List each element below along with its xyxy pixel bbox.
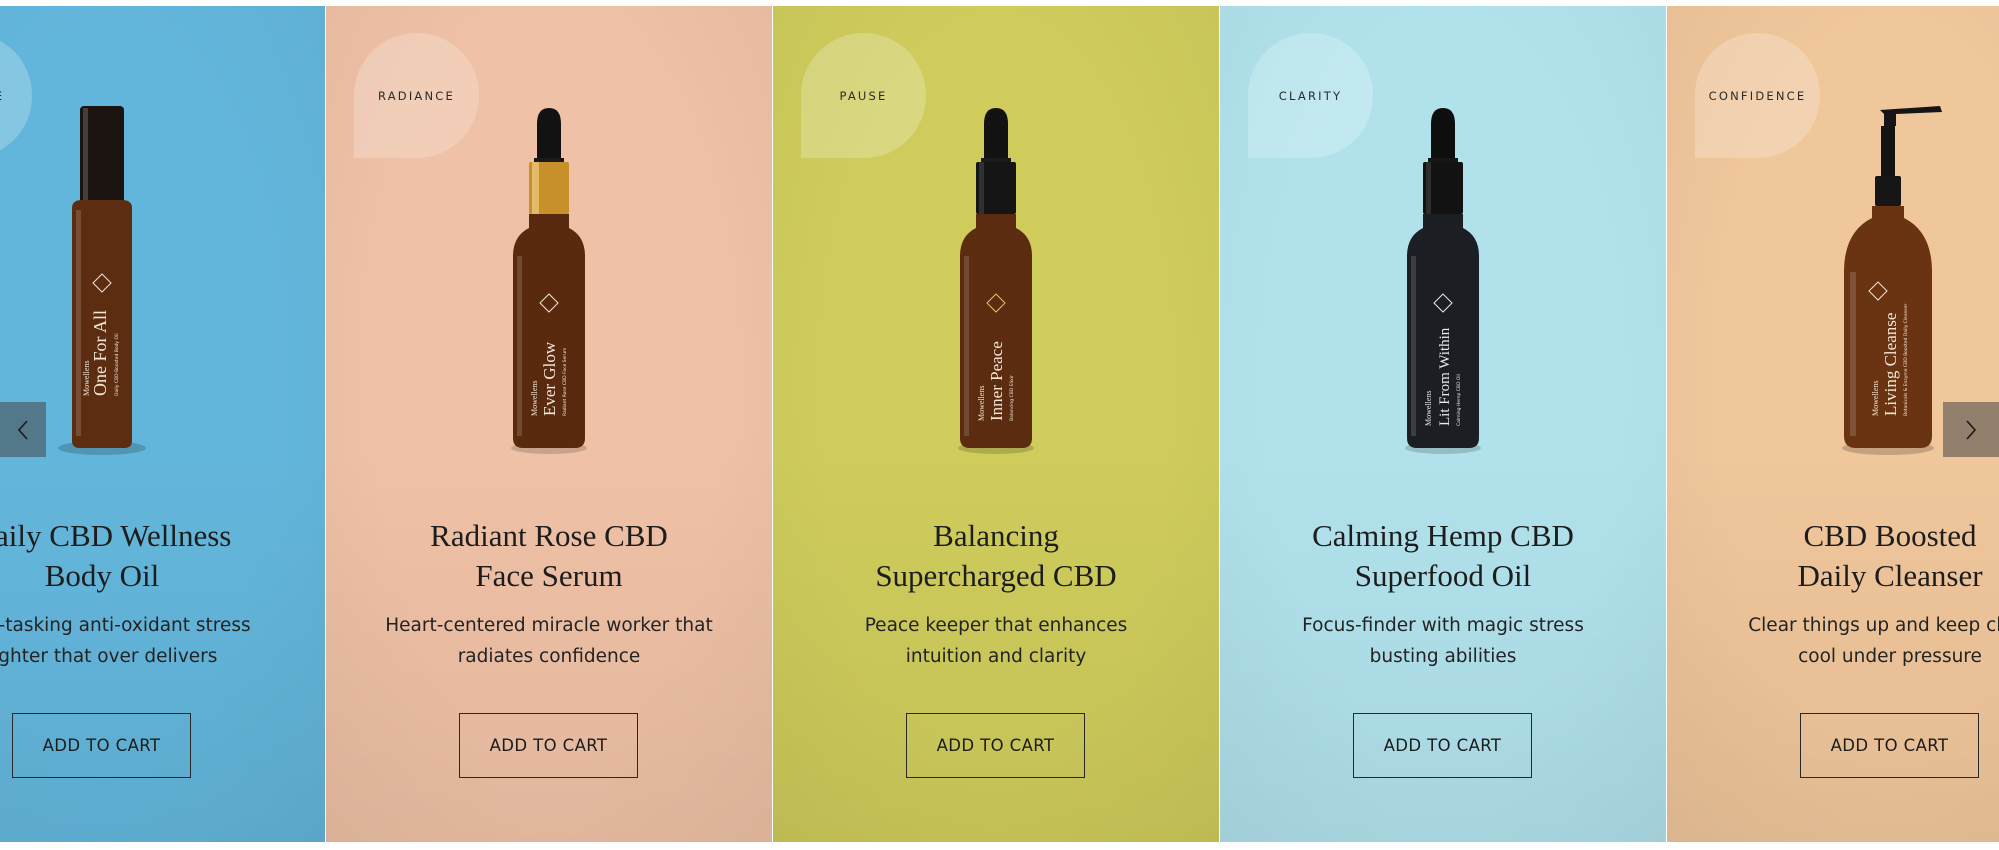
product-title-line: Radiant Rose CBD [430, 518, 668, 553]
bottle-brand: Mowellens [530, 380, 539, 416]
product-image-living-cleanse[interactable]: Mowellens Living Cleanse Botanicals & En… [1840, 96, 1942, 456]
product-title[interactable]: Radiant Rose CBD Face Serum [366, 516, 732, 596]
bottle-brand: Mowellens [1424, 390, 1433, 426]
product-description: Peace keeper that enhances intuition and … [813, 610, 1179, 672]
bottle-illustration: Mowellens Inner Peace Balancing CBD Elix… [958, 108, 1034, 454]
bottle-illustration: Mowellens Lit From Within Calming Hemp C… [1405, 108, 1481, 454]
bottle-illustration: Mowellens Ever Glow Radiant Rose CBD Fac… [511, 108, 587, 454]
product-card-clarity: CLARITY Mowellens Lit From Within Calmin… [1220, 6, 1666, 842]
bottle-brand: Mowellens [1871, 380, 1880, 416]
product-description-line: Focus-finder with magic stress [1302, 615, 1584, 636]
badge-label: CLARITY [1278, 89, 1343, 103]
product-description: Multi-tasking anti-oxidant stress fighter… [0, 610, 285, 672]
bottle-illustration: Mowellens Living Cleanse Botanicals & En… [1842, 106, 1942, 455]
chevron-right-icon [1966, 419, 1977, 440]
product-title-line: Balancing [933, 518, 1059, 553]
product-description: Clear things up and keep clear cool under… [1707, 610, 1999, 672]
product-title[interactable]: Daily CBD Wellness Body Oil [0, 516, 285, 596]
product-description-line: Peace keeper that enhances [864, 615, 1128, 636]
badge-confidence: CONFIDENCE [1695, 33, 1820, 158]
badge-label: RADIANCE [377, 89, 455, 103]
product-description-line: radiates confidence [457, 646, 641, 667]
bottle-subtitle: Balancing CBD Elixir [1009, 375, 1015, 421]
bottle-name: One For All [90, 310, 110, 396]
product-card-balance: BALANCE Mowellens One For All Daily CBD-… [0, 6, 325, 842]
bottle-name: Lit From Within [1437, 327, 1453, 426]
product-description: Heart-centered miracle worker that radiat… [366, 610, 732, 672]
add-to-cart-button[interactable]: ADD TO CART [459, 713, 638, 778]
bottle-subtitle: Daily CBD-Boosted Body Oil [114, 333, 120, 396]
bottle-brand: Mowellens [977, 385, 986, 421]
bottle-name: Living Cleanse [1881, 313, 1900, 416]
product-title[interactable]: Calming Hemp CBD Superfood Oil [1260, 516, 1626, 596]
badge-label: CONFIDENCE [1708, 89, 1807, 103]
product-title-line: Superfood Oil [1354, 558, 1532, 593]
product-title-line: Body Oil [44, 558, 160, 593]
product-title-line: CBD Boosted [1803, 518, 1977, 553]
product-title-line: Face Serum [475, 558, 623, 593]
product-image-inner-peace[interactable]: Mowellens Inner Peace Balancing CBD Elix… [946, 96, 1046, 456]
product-image-lit-from-within[interactable]: Mowellens Lit From Within Calming Hemp C… [1393, 96, 1493, 456]
badge-label: BALANCE [0, 89, 32, 103]
bottle-subtitle: Calming Hemp CBD Oil [1456, 374, 1462, 426]
add-to-cart-button[interactable]: ADD TO CART [906, 713, 1085, 778]
carousel-track: BALANCE Mowellens One For All Daily CBD-… [0, 6, 1999, 842]
product-description-line: fighter that over delivers [0, 646, 218, 667]
product-title[interactable]: Balancing Supercharged CBD [813, 516, 1179, 596]
product-description: Focus-finder with magic stress busting ab… [1260, 610, 1626, 672]
bottle-illustration: Mowellens One For All Daily CBD-Boosted … [58, 106, 146, 455]
badge-balance: BALANCE [0, 33, 32, 158]
add-to-cart-button[interactable]: ADD TO CART [12, 713, 191, 778]
bottle-name: Inner Peace [987, 341, 1006, 421]
product-title-line: Supercharged CBD [875, 558, 1117, 593]
bottle-subtitle: Radiant Rose CBD Face Serum [562, 348, 568, 416]
badge-radiance: RADIANCE [354, 33, 479, 158]
product-description-line: cool under pressure [1798, 646, 1982, 667]
chevron-left-icon [17, 419, 28, 440]
badge-clarity: CLARITY [1248, 33, 1373, 158]
badge-label: PAUSE [839, 89, 888, 103]
product-card-pause: PAUSE Mowellens Inner Peace Balancing CB… [773, 6, 1219, 842]
carousel-prev-button[interactable] [0, 402, 46, 457]
product-title[interactable]: CBD Boosted Daily Cleanser [1707, 516, 1999, 596]
product-description-line: Heart-centered miracle worker that [385, 615, 713, 636]
product-description-line: Multi-tasking anti-oxidant stress [0, 615, 251, 636]
add-to-cart-button[interactable]: ADD TO CART [1353, 713, 1532, 778]
product-title-line: Daily Cleanser [1797, 558, 1983, 593]
product-image-ever-glow[interactable]: Mowellens Ever Glow Radiant Rose CBD Fac… [499, 96, 599, 456]
add-to-cart-button[interactable]: ADD TO CART [1800, 713, 1979, 778]
product-description-line: intuition and clarity [905, 646, 1087, 667]
carousel-next-button[interactable] [1943, 402, 1999, 457]
product-description-line: Clear things up and keep clear [1748, 615, 1999, 636]
product-description-line: busting abilities [1369, 646, 1517, 667]
product-carousel: BALANCE Mowellens One For All Daily CBD-… [0, 6, 1999, 842]
product-card-radiance: RADIANCE Mowellens Ever Glow Radiant Ros… [326, 6, 772, 842]
product-title-line: Daily CBD Wellness [0, 518, 232, 553]
product-image-one-for-all[interactable]: Mowellens One For All Daily CBD-Boosted … [52, 96, 152, 456]
bottle-subtitle: Botanicals & Enzyme CBD Boosted Daily Cl… [1903, 303, 1909, 416]
product-title-line: Calming Hemp CBD [1312, 518, 1574, 553]
badge-pause: PAUSE [801, 33, 926, 158]
bottle-name: Ever Glow [540, 341, 559, 416]
